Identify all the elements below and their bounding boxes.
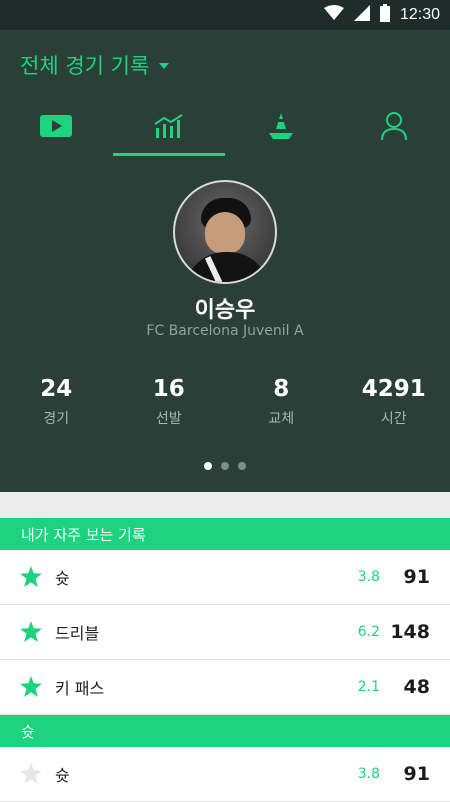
section-header-shots: 슛 (0, 715, 450, 747)
section-title: 내가 자주 보는 기록 (21, 524, 146, 545)
dropdown-arrow-icon (159, 63, 169, 69)
tab-stats[interactable] (113, 100, 226, 156)
star-filled-icon[interactable] (20, 676, 42, 701)
stat-total: 148 (390, 621, 430, 643)
stat-value: 4291 (338, 376, 450, 402)
stat-name: 슛 (55, 565, 70, 589)
stat-value: 24 (0, 376, 113, 402)
stat-total: 48 (404, 676, 430, 698)
section-divider (0, 492, 450, 518)
page-dot[interactable] (221, 462, 229, 470)
stat-name: 드리블 (55, 620, 99, 644)
tab-training[interactable] (225, 100, 338, 156)
avatar (173, 180, 277, 284)
wifi-icon (324, 5, 344, 25)
tab-profile[interactable] (338, 100, 450, 156)
stat-starts: 16 선발 (113, 376, 226, 428)
stat-name: 키 패스 (55, 675, 104, 699)
bar-chart-icon (154, 114, 184, 142)
stat-label: 시간 (338, 408, 450, 428)
player-team: FC Barcelona Juvenil A (0, 323, 450, 339)
page-title: 전체 경기 기록 (20, 50, 149, 80)
section-header-favorites: 내가 자주 보는 기록 (0, 518, 450, 550)
stat-value: 8 (225, 376, 338, 402)
list-item[interactable]: 키 패스 2.1 48 (0, 660, 450, 715)
player-name: 이승우 (0, 292, 450, 324)
list-item[interactable]: 드리블 6.2 148 (0, 605, 450, 660)
video-play-icon (40, 115, 72, 141)
stat-average: 3.8 (358, 766, 380, 782)
stat-minutes: 4291 시간 (338, 376, 450, 428)
list-item[interactable]: 슛 3.8 91 (0, 747, 450, 802)
person-icon (380, 111, 408, 145)
star-filled-icon[interactable] (20, 621, 42, 646)
stat-matches: 24 경기 (0, 376, 113, 428)
page-indicator (0, 462, 450, 470)
status-bar: 12:30 (0, 0, 450, 30)
status-icons: 12:30 (324, 0, 440, 30)
stat-label: 경기 (0, 408, 113, 428)
signal-icon (354, 5, 370, 25)
stat-total: 91 (404, 763, 430, 785)
tab-video[interactable] (0, 100, 113, 156)
player-summary: 전체 경기 기록 (0, 30, 450, 492)
page-dot-active[interactable] (204, 462, 212, 470)
stat-value: 16 (113, 376, 226, 402)
stats-row: 24 경기 16 선발 8 교체 4291 시간 (0, 376, 450, 428)
stat-average: 2.1 (358, 679, 380, 695)
battery-icon (380, 4, 390, 26)
list-item[interactable]: 슛 3.8 91 (0, 550, 450, 605)
stat-substitutions: 8 교체 (225, 376, 338, 428)
stat-average: 3.8 (358, 569, 380, 585)
star-outline-icon[interactable] (20, 763, 42, 788)
star-filled-icon[interactable] (20, 566, 42, 591)
training-cone-icon (267, 113, 295, 143)
stat-label: 선발 (113, 408, 226, 428)
tab-bar (0, 100, 450, 156)
section-title: 슛 (21, 721, 35, 742)
stat-total: 91 (404, 566, 430, 588)
page-dot[interactable] (238, 462, 246, 470)
stat-label: 교체 (225, 408, 338, 428)
stat-average: 6.2 (358, 624, 380, 640)
stat-name: 슛 (55, 762, 70, 786)
status-time: 12:30 (400, 6, 440, 24)
record-filter-dropdown[interactable]: 전체 경기 기록 (20, 50, 169, 80)
